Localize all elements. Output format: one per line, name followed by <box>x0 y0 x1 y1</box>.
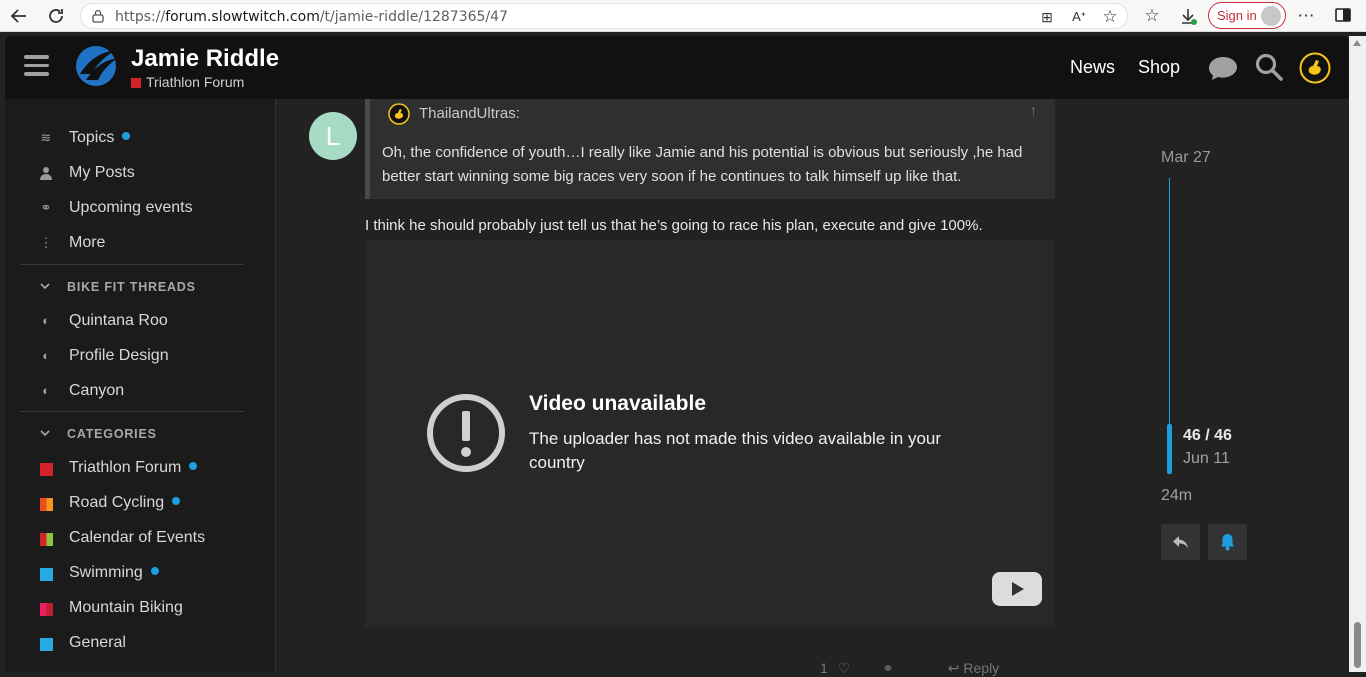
sidebar-divider <box>20 264 244 265</box>
sidebar-item-profile-design[interactable]: ◐ Profile Design <box>5 342 276 372</box>
timeline-reply-button[interactable] <box>1161 524 1200 560</box>
category-badge[interactable]: Triathlon Forum <box>131 74 244 90</box>
timeline-current-date: Jun 11 <box>1183 450 1230 467</box>
sidebar-category-calendar-of-events[interactable]: Calendar of Events <box>5 524 276 554</box>
sign-in-button[interactable]: Sign in <box>1208 2 1286 29</box>
app-view-icon[interactable]: ⊞ <box>1037 7 1057 27</box>
unread-dot <box>122 132 131 140</box>
downloads-icon[interactable] <box>1178 6 1198 26</box>
video-error-title: Video unavailable <box>529 392 707 415</box>
category-color-badge <box>40 568 53 581</box>
slowtwitch-logo[interactable] <box>72 44 120 88</box>
sidebar-item-my-posts[interactable]: My Posts <box>5 159 276 189</box>
video-embed[interactable]: Video unavailable The uploader has not m… <box>365 240 1055 627</box>
page-scrollbar[interactable] <box>1349 36 1366 672</box>
chat-icon[interactable] <box>1207 54 1239 82</box>
quote-text: Oh, the confidence of youth…I really lik… <box>382 144 1023 185</box>
more-options-icon[interactable]: ⋯ <box>1296 6 1316 26</box>
url-text: https://forum.slowtwitch.com/t/jamie-rid… <box>115 9 508 25</box>
sidebar-divider <box>20 411 244 412</box>
link-icon: ⚭ <box>40 200 52 215</box>
unread-dot <box>189 462 198 470</box>
timeline-post-count: 46 / 46 <box>1183 427 1232 444</box>
unread-dot <box>150 567 159 575</box>
video-error-message: The uploader has not made this video ava… <box>529 429 942 472</box>
chevron-down-icon <box>40 430 50 437</box>
browser-toolbar: https://forum.slowtwitch.com/t/jamie-rid… <box>0 0 1366 32</box>
timeline-start-date[interactable]: Mar 27 <box>1161 149 1211 167</box>
sidebar: ≋ Topics My Posts ⚭ Upcoming events ⋮ Mo… <box>5 99 276 672</box>
post-body: I think he should probably just tell us … <box>365 217 983 234</box>
reply-button[interactable]: ↩ Reply <box>948 660 999 676</box>
profile-avatar-icon <box>1261 6 1281 26</box>
sidebar-item-canyon[interactable]: ◐ Canyon <box>5 377 276 407</box>
category-color-badge <box>40 463 53 476</box>
chevron-down-icon <box>40 283 50 290</box>
category-color-badge <box>40 638 53 651</box>
sidebar-item-topics[interactable]: ≋ Topics <box>5 124 276 154</box>
arrow-up-icon[interactable]: ↑ <box>1030 102 1037 118</box>
read-aloud-icon[interactable]: Aᐩ <box>1069 7 1089 27</box>
sidebar-category-triathlon-forum[interactable]: Triathlon Forum <box>5 454 276 484</box>
nav-news-link[interactable]: News <box>1070 57 1115 78</box>
scroll-up-arrow-icon[interactable] <box>1353 40 1361 46</box>
alert-circle-icon <box>427 394 505 472</box>
half-circle-icon: ◐ <box>42 313 50 328</box>
sidebar-category-general[interactable]: General <box>5 629 276 659</box>
sidebar-item-quintana-roo[interactable]: ◐ Quintana Roo <box>5 307 276 337</box>
unread-dot <box>172 497 181 505</box>
share-link-icon[interactable]: ⚭ <box>882 660 894 676</box>
topic-title[interactable]: Jamie Riddle <box>131 45 279 73</box>
category-color-badge <box>40 533 53 546</box>
lock-icon <box>92 9 104 23</box>
bike-fit-section-toggle[interactable]: BIKE FIT THREADS <box>5 278 276 298</box>
youtube-play-icon[interactable] <box>992 572 1042 606</box>
more-vertical-icon: ⋮ <box>39 235 53 250</box>
bell-icon <box>1221 534 1234 551</box>
user-avatar-icon[interactable] <box>1299 52 1331 84</box>
sidebar-item-upcoming-events[interactable]: ⚭ Upcoming events <box>5 194 276 224</box>
categories-section-toggle[interactable]: CATEGORIES <box>5 425 276 445</box>
address-bar[interactable]: https://forum.slowtwitch.com/t/jamie-rid… <box>80 3 1128 29</box>
like-count: 1 <box>820 660 828 676</box>
layers-icon: ≋ <box>40 130 52 145</box>
notification-bell-button[interactable] <box>1208 524 1247 560</box>
back-icon[interactable] <box>9 6 29 26</box>
reply-icon <box>1173 536 1188 549</box>
quoted-user-avatar[interactable] <box>388 103 410 125</box>
half-circle-icon: ◐ <box>42 383 50 398</box>
favorite-star-icon[interactable]: ☆ <box>1100 7 1120 27</box>
hamburger-menu-icon[interactable] <box>24 55 49 77</box>
search-icon[interactable] <box>1255 53 1283 81</box>
half-circle-icon: ◐ <box>42 348 50 363</box>
post-author-avatar[interactable]: L <box>309 112 357 160</box>
quote-block: ThailandUltras: ↑ Oh, the confidence of … <box>365 99 1055 199</box>
timeline-scroll-handle[interactable] <box>1167 424 1172 474</box>
category-color-badge <box>40 498 53 511</box>
sidebar-category-swimming[interactable]: Swimming <box>5 559 276 589</box>
scroll-thumb[interactable] <box>1354 622 1361 668</box>
quoted-username[interactable]: ThailandUltras: <box>419 105 520 122</box>
nav-shop-link[interactable]: Shop <box>1138 57 1180 78</box>
site-header: Jamie Riddle Triathlon Forum News Shop <box>5 36 1349 99</box>
refresh-icon[interactable] <box>46 6 66 26</box>
sidebar-toggle-icon[interactable] <box>1333 6 1353 26</box>
category-color-badge <box>40 603 53 616</box>
sidebar-category-road-cycling[interactable]: Road Cycling <box>5 489 276 519</box>
sidebar-item-more[interactable]: ⋮ More <box>5 229 276 259</box>
sidebar-category-mountain-biking[interactable]: Mountain Biking <box>5 594 276 624</box>
user-icon <box>40 167 52 180</box>
timeline-track[interactable] <box>1169 178 1170 424</box>
timeline-last-activity[interactable]: 24m <box>1161 487 1192 505</box>
favorites-icon[interactable]: ☆ <box>1142 6 1162 26</box>
heart-icon[interactable]: ♡ <box>838 660 851 676</box>
